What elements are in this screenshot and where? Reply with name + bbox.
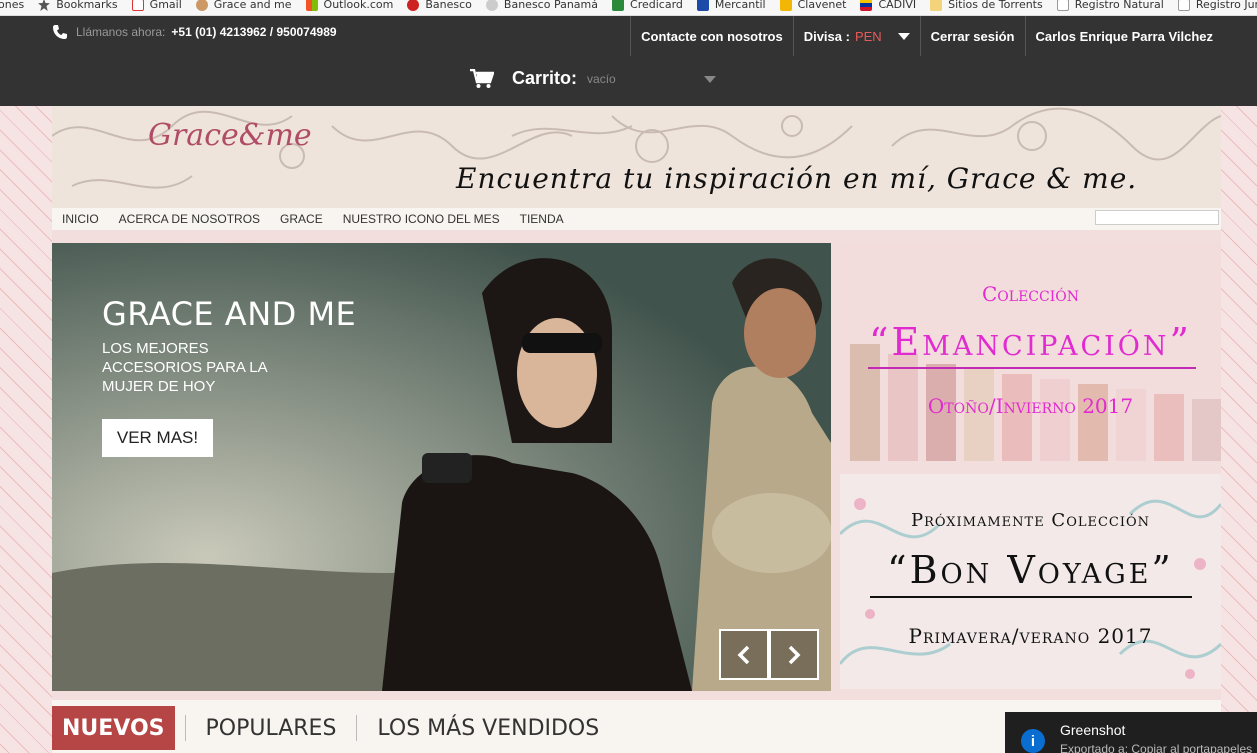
contact-link[interactable]: Contacte con nosotros [630,16,793,56]
main-navigation: INICIO ACERCA DE NOSOTROS GRACE NUESTRO … [52,208,1221,230]
nav-item-inicio[interactable]: INICIO [52,212,109,226]
background-pattern-left [0,106,52,753]
tab-divider [184,715,186,741]
nav-item-icono[interactable]: NUESTRO ICONO DEL MES [333,212,510,226]
clavenet-icon [779,0,792,11]
bookmark-label: Clavenet [797,0,847,11]
tab-populares[interactable]: POPULARES [196,706,347,750]
folder-icon [930,0,943,11]
hero-slider: GRACE AND ME LOS MEJORES ACCESORIOS PARA… [52,243,831,691]
top-bar: Llámanos ahora: +51 (01) 4213962 / 95007… [0,16,1257,106]
globe-icon [485,0,498,11]
hero-title: GRACE AND ME [102,295,357,333]
site-tagline: Encuentra tu inspiración en mí, Grace & … [456,162,1138,195]
chevron-left-icon [737,645,750,664]
bookmark-item[interactable]: CADIVI [860,0,916,11]
tab-nuevos[interactable]: NUEVOS [52,706,175,750]
promo-bon-voyage[interactable]: Próximamente Colección “Bon Voyage” Prim… [840,474,1221,689]
currency-value: PEN [854,28,882,44]
promo2-title: “Bon Voyage” [887,548,1174,592]
bookmark-label: Sitios de Torrents [948,0,1043,11]
hero-subtitle: LOS MEJORES ACCESORIOS PARA LA MUJER DE … [102,340,267,395]
bookmark-label: Bookmarks [56,0,118,11]
promo-emancipacion[interactable]: Colección “Emancipación” Otoño/Invierno … [840,244,1221,461]
nav-item-tienda[interactable]: TIENDA [510,212,574,226]
bookmark-item[interactable]: Bookmarks [38,0,118,11]
grace-icon [195,0,208,11]
bookmark-item[interactable]: Registro Jurídico [1177,0,1257,11]
bookmark-label: Grace and me [213,0,292,11]
bookmark-item[interactable]: Grace and me [195,0,292,11]
promo2-line1: Próximamente Colección [910,510,1151,531]
cart-value: vacío [587,71,616,86]
bookmark-label: Registro Natural [1074,0,1164,11]
search-input[interactable] [1095,210,1219,225]
chevron-down-icon [704,76,716,83]
nav-item-grace[interactable]: GRACE [270,212,333,226]
cart-icon [470,68,494,88]
bookmark-label: CADIVI [878,0,917,11]
promo2-season: Primavera/verano 2017 [908,624,1153,648]
tab-mas-vendidos[interactable]: LOS MÁS VENDIDOS [367,706,609,750]
bookmark-label: Mercantil [714,0,766,11]
slider-next-button[interactable] [769,629,819,680]
flag-icon [860,0,873,11]
bookmarks-bar: ones Bookmarks Gmail Grace and me Outloo… [0,0,1257,16]
nav-item-acerca[interactable]: ACERCA DE NOSOTROS [109,212,270,226]
currency-selector[interactable]: Divisa : PEN [792,16,920,56]
bookmark-item[interactable]: Banesco [407,0,472,11]
credicard-icon [612,0,625,11]
notification-text: Exportado a: Copiar al portapapeles [1060,742,1253,753]
bookmark-label: Outlook.com [323,0,394,11]
bookmark-item[interactable]: Credicard [612,0,683,11]
bookmark-label: Registro Jurídico [1195,0,1257,11]
promo2-underline [870,596,1192,598]
ver-mas-button[interactable]: VER MAS! [102,419,213,457]
phone-info: Llámanos ahora: +51 (01) 4213962 / 95007… [52,24,337,40]
cart-dropdown[interactable]: Carrito: vacío [470,68,716,89]
gmail-icon [131,0,144,11]
slider-prev-button[interactable] [719,629,769,680]
site-logo[interactable]: Grace&me [148,118,312,153]
promo1-underline [868,367,1196,369]
header-banner: Grace&me Encuentra tu inspiración en mí,… [52,106,1221,208]
bookmark-label: Credicard [630,0,683,11]
phone-icon [53,25,67,39]
background-pattern-right [1221,106,1257,753]
page-icon [1056,0,1069,11]
bookmark-item[interactable]: Banesco Panamá [485,0,599,11]
bookmark-label: ones [0,0,25,11]
logout-link[interactable]: Cerrar sesión [919,16,1025,56]
phone-number: +51 (01) 4213962 / 950074989 [171,25,337,39]
notification-title: Greenshot [1060,722,1126,738]
currency-label: Divisa : [803,28,850,44]
cart-label: Carrito: [512,68,578,88]
bookmark-item[interactable]: Registro Natural [1056,0,1164,11]
bookmark-label: Gmail [149,0,182,11]
bookmark-label: Banesco Panamá [503,0,599,11]
user-account-link[interactable]: Carlos Enrique Parra Vilchez [1024,16,1224,56]
bookmark-label: Banesco [425,0,472,11]
promo1-title: “Emancipación” [869,320,1192,364]
star-icon [38,0,51,11]
mercantil-icon [696,0,709,11]
bookmark-item[interactable]: Sitios de Torrents [930,0,1043,11]
chevron-right-icon [788,645,801,664]
promo1-season: Otoño/Invierno 2017 [927,394,1134,418]
phone-prefix: Llámanos ahora: [76,25,166,39]
tab-divider [356,715,358,741]
bookmark-item[interactable]: Outlook.com [305,0,394,11]
bookmark-item[interactable]: Clavenet [779,0,847,11]
promo1-line1: Colección [982,282,1079,306]
bookmark-item[interactable]: ones [0,0,24,11]
page-icon [1177,0,1190,11]
info-icon: i [1021,729,1045,753]
bookmark-item[interactable]: Mercantil [696,0,766,11]
bookmark-item[interactable]: Gmail [131,0,182,11]
banesco-icon [407,0,420,11]
greenshot-notification[interactable]: i Greenshot Exportado a: Copiar al porta… [1005,712,1257,753]
chevron-down-icon [897,32,910,40]
windows-icon [305,0,318,11]
